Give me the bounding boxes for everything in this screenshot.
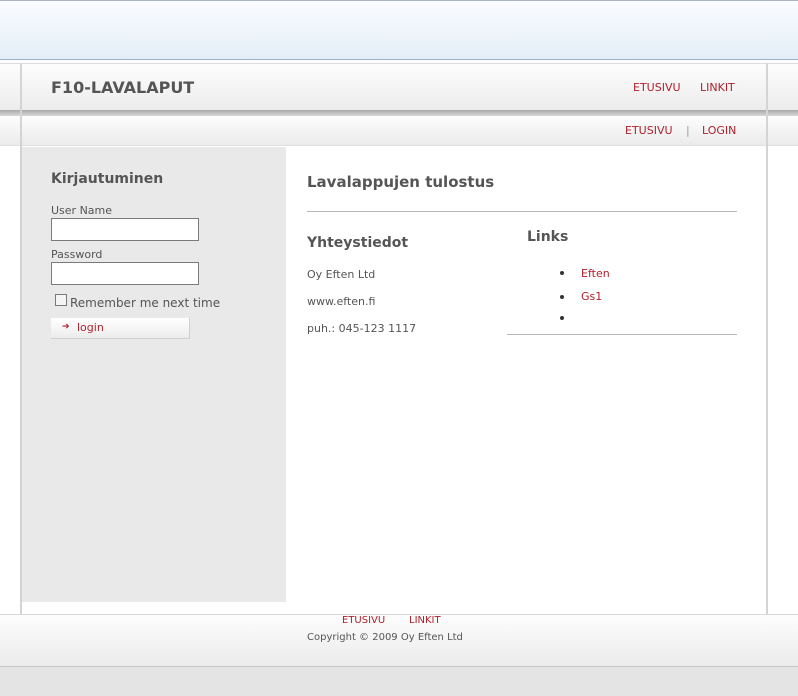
header-nav-etusivu[interactable]: ETUSIVU <box>633 81 681 94</box>
login-title: Kirjautuminen <box>51 171 164 187</box>
username-label: User Name <box>51 204 113 217</box>
subnav-separator: | <box>686 124 690 137</box>
right-frame-line <box>766 63 768 696</box>
contact-title: Yhteystiedot <box>307 235 409 251</box>
copyright-text: Copyright © 2009 Oy Eften Ltd <box>307 632 463 643</box>
username-input[interactable] <box>51 218 199 241</box>
links-divider <box>507 334 737 335</box>
footer-nav-linkit[interactable]: LINKIT <box>409 615 441 626</box>
remember-me-checkbox[interactable] <box>55 294 67 306</box>
browser-content-band <box>0 0 798 60</box>
bullet-icon <box>560 271 564 275</box>
contact-phone: puh.: 045-123 1117 <box>307 322 417 335</box>
subnav-login[interactable]: LOGIN <box>702 124 736 137</box>
contact-website: www.eften.fi <box>307 295 376 308</box>
main-content <box>286 147 766 602</box>
arrow-right-icon: ➔ <box>62 322 70 332</box>
subnav-etusivu[interactable]: ETUSIVU <box>625 124 673 137</box>
login-button[interactable]: ➔ login <box>51 318 190 339</box>
link-gs1[interactable]: Gs1 <box>581 290 602 303</box>
password-input[interactable] <box>51 262 199 285</box>
footer-base <box>0 666 798 696</box>
links-title: Links <box>527 229 569 245</box>
bullet-icon <box>560 295 564 299</box>
bullet-icon <box>560 316 564 320</box>
remember-me-label: Remember me next time <box>70 296 221 310</box>
page-title: Lavalappujen tulostus <box>307 173 495 191</box>
link-eften[interactable]: Eften <box>581 267 610 280</box>
site-title: F10-LAVALAPUT <box>51 78 195 97</box>
contact-company: Oy Eften Ltd <box>307 268 376 281</box>
footer-nav-etusivu[interactable]: ETUSIVU <box>342 615 385 626</box>
login-button-label: login <box>77 321 104 334</box>
title-divider <box>307 211 737 212</box>
header-nav-linkit[interactable]: LINKIT <box>700 81 735 94</box>
password-label: Password <box>51 248 103 261</box>
sub-navigation-bar <box>0 116 798 146</box>
